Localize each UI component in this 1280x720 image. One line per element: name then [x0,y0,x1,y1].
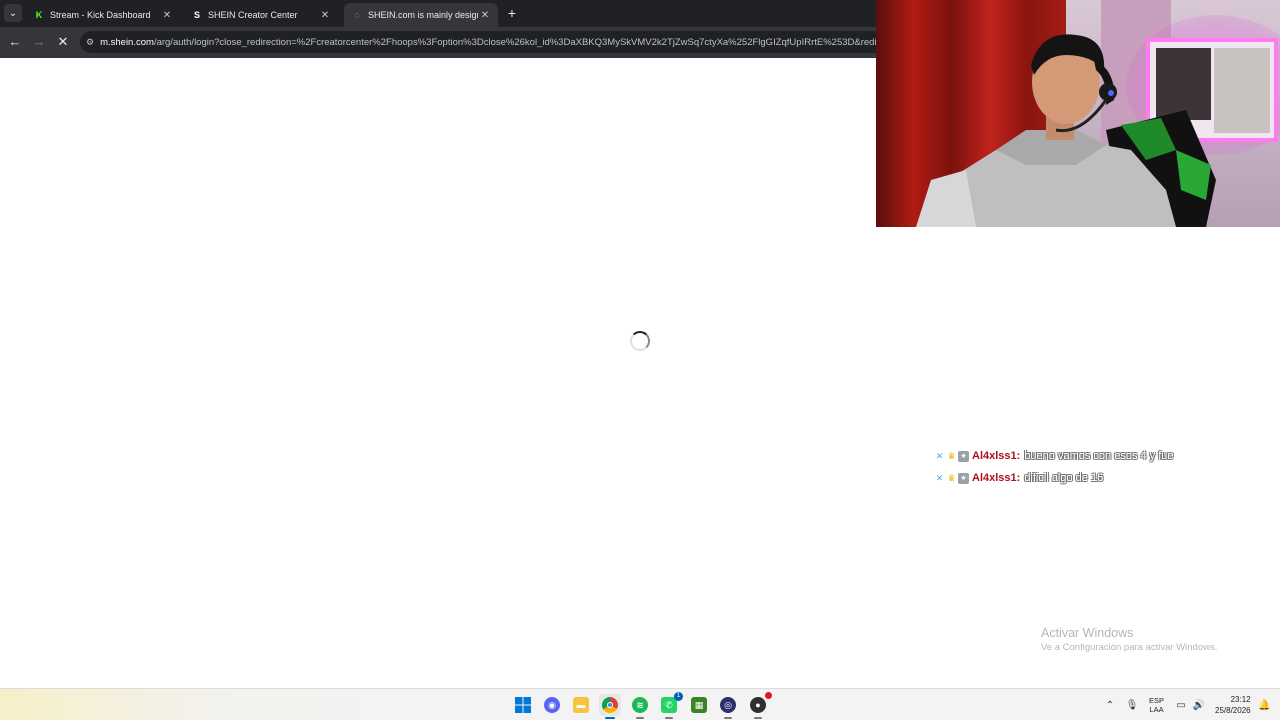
close-tab-icon[interactable]: ✕ [318,8,332,22]
running-indicator [754,717,762,719]
chat-text: bueno vamos con esos 4 y fue [1024,450,1174,462]
chat-message: ✕ ♛ ★ Al4xlss1: bueno vamos con esos 4 y… [934,450,1174,462]
running-indicator [665,717,673,719]
taskbar-app-obs[interactable]: ◎ [717,694,739,719]
url-text: m.shein.com/arg/auth/login?close_redirec… [100,37,900,48]
activation-watermark: Activar Windows Ve a Configuración para … [1041,626,1217,653]
clock[interactable]: 23:12 25/8/2026 [1215,694,1251,716]
clock-date: 25/8/2026 [1215,706,1251,715]
microphone-icon[interactable]: 🎙 [1124,697,1140,713]
app-icon: ● [750,697,766,713]
plus-icon: + [507,5,517,21]
chevron-up-icon[interactable]: ⌃ [1102,697,1118,713]
taskbar-app-chrome[interactable] [599,694,621,719]
chevron-down-icon: ⌄ [8,7,18,19]
watermark-title: Activar Windows [1041,626,1134,640]
obs-icon: ◎ [720,697,736,713]
notification-dot [765,692,772,699]
tab-title: SHEIN Creator Center [208,10,298,20]
taskbar-app-discord[interactable]: ◉ [541,694,563,716]
webcam-overlay [876,0,1280,227]
arrow-right-icon: → [32,34,46,49]
crown-icon: ♛ [947,472,956,483]
sword-icon: ✕ [935,450,944,461]
taskbar: ◉ ▬ ≋ ✆ 1 ▦ ◎ ● ⌃ 🎙 ESP LAA ▭ 🔊 23:12 25… [0,688,1280,720]
site-settings-icon[interactable]: ⚙ [86,35,94,49]
volume-icon[interactable]: 🔊 [1191,697,1207,713]
language-top: ESP [1149,696,1165,705]
forward-button[interactable]: → [31,34,47,50]
shein-icon: S [193,10,200,20]
close-icon: ✕ [57,34,69,49]
subscriber-badge-icon: ★ [958,450,969,462]
tab-title: SHEIN.com is mainly design and [368,10,478,20]
chat-badges: ✕ ♛ ★ [934,450,969,462]
system-tray: ⌃ 🎙 ESP LAA ▭ 🔊 23:12 25/8/2026 🔔 [1102,689,1273,720]
desktop-screen: ⌄ K Stream - Kick Dashboard ✕ S SHEIN Cr… [0,0,1280,720]
taskbar-app-spotify[interactable]: ≋ [629,694,651,719]
notification-badge: 1 [674,692,683,701]
minecraft-icon: ▦ [691,697,707,713]
active-indicator [605,717,615,719]
watermark-subtitle: Ve a Configuración para activar Windows. [1041,642,1218,653]
running-indicator [724,717,732,719]
clock-time: 23:12 [1230,695,1251,704]
windows-icon [515,697,531,713]
webcam-feed-image [876,0,1280,227]
loading-icon: ◌ [354,10,360,20]
new-tab-button[interactable]: + [505,5,519,21]
stop-loading-button[interactable]: ✕ [55,34,71,50]
tab-kick-dashboard[interactable]: K Stream - Kick Dashboard ✕ [26,3,180,27]
chrome-icon [602,697,618,713]
taskbar-app-unknown[interactable]: ● [747,692,772,719]
chat-message: ✕ ♛ ★ Al4xlss1: dificil algo de 16 [934,472,1103,484]
taskbar-app-whatsapp[interactable]: ✆ 1 [658,692,683,719]
address-bar[interactable]: ⚙ m.shein.com/arg/auth/login?close_redir… [80,31,900,53]
tab-search-button[interactable]: ⌄ [4,4,22,22]
discord-icon: ◉ [544,697,560,713]
chat-text: dificil algo de 16 [1024,472,1104,484]
folder-icon: ▬ [573,697,589,713]
running-indicator [636,717,644,719]
chat-username: Al4xlss1: [972,450,1021,462]
sword-icon: ✕ [935,472,944,483]
url-host: m.shein.com [100,36,154,48]
spotify-icon: ≋ [632,697,648,713]
back-button[interactable]: ← [7,34,23,50]
subscriber-badge-icon: ★ [958,472,969,484]
close-tab-icon[interactable]: ✕ [478,8,492,22]
loading-spinner-icon [630,331,650,351]
chat-badges: ✕ ♛ ★ [934,472,969,484]
tab-shein-login[interactable]: ◌ SHEIN.com is mainly design and ✕ [344,3,498,27]
start-button[interactable] [512,694,534,716]
tab-shein-creator-center[interactable]: S SHEIN Creator Center ✕ [184,3,338,27]
arrow-left-icon: ← [8,34,22,49]
url-path: /arg/auth/login?close_redirection=%2Fcre… [153,36,900,48]
tab-title: Stream - Kick Dashboard [50,10,151,20]
chat-username: Al4xlss1: [972,472,1021,484]
kick-icon: K [35,10,43,20]
language-bottom: LAA [1149,705,1164,714]
taskbar-app-file-explorer[interactable]: ▬ [570,694,592,716]
crown-icon: ♛ [947,450,956,461]
language-indicator[interactable]: ESP LAA [1149,696,1164,714]
close-tab-icon[interactable]: ✕ [160,8,174,22]
network-icon[interactable]: ▭ [1173,697,1189,713]
taskbar-app-minecraft[interactable]: ▦ [688,694,710,716]
notifications-icon[interactable]: 🔔 [1257,697,1273,713]
